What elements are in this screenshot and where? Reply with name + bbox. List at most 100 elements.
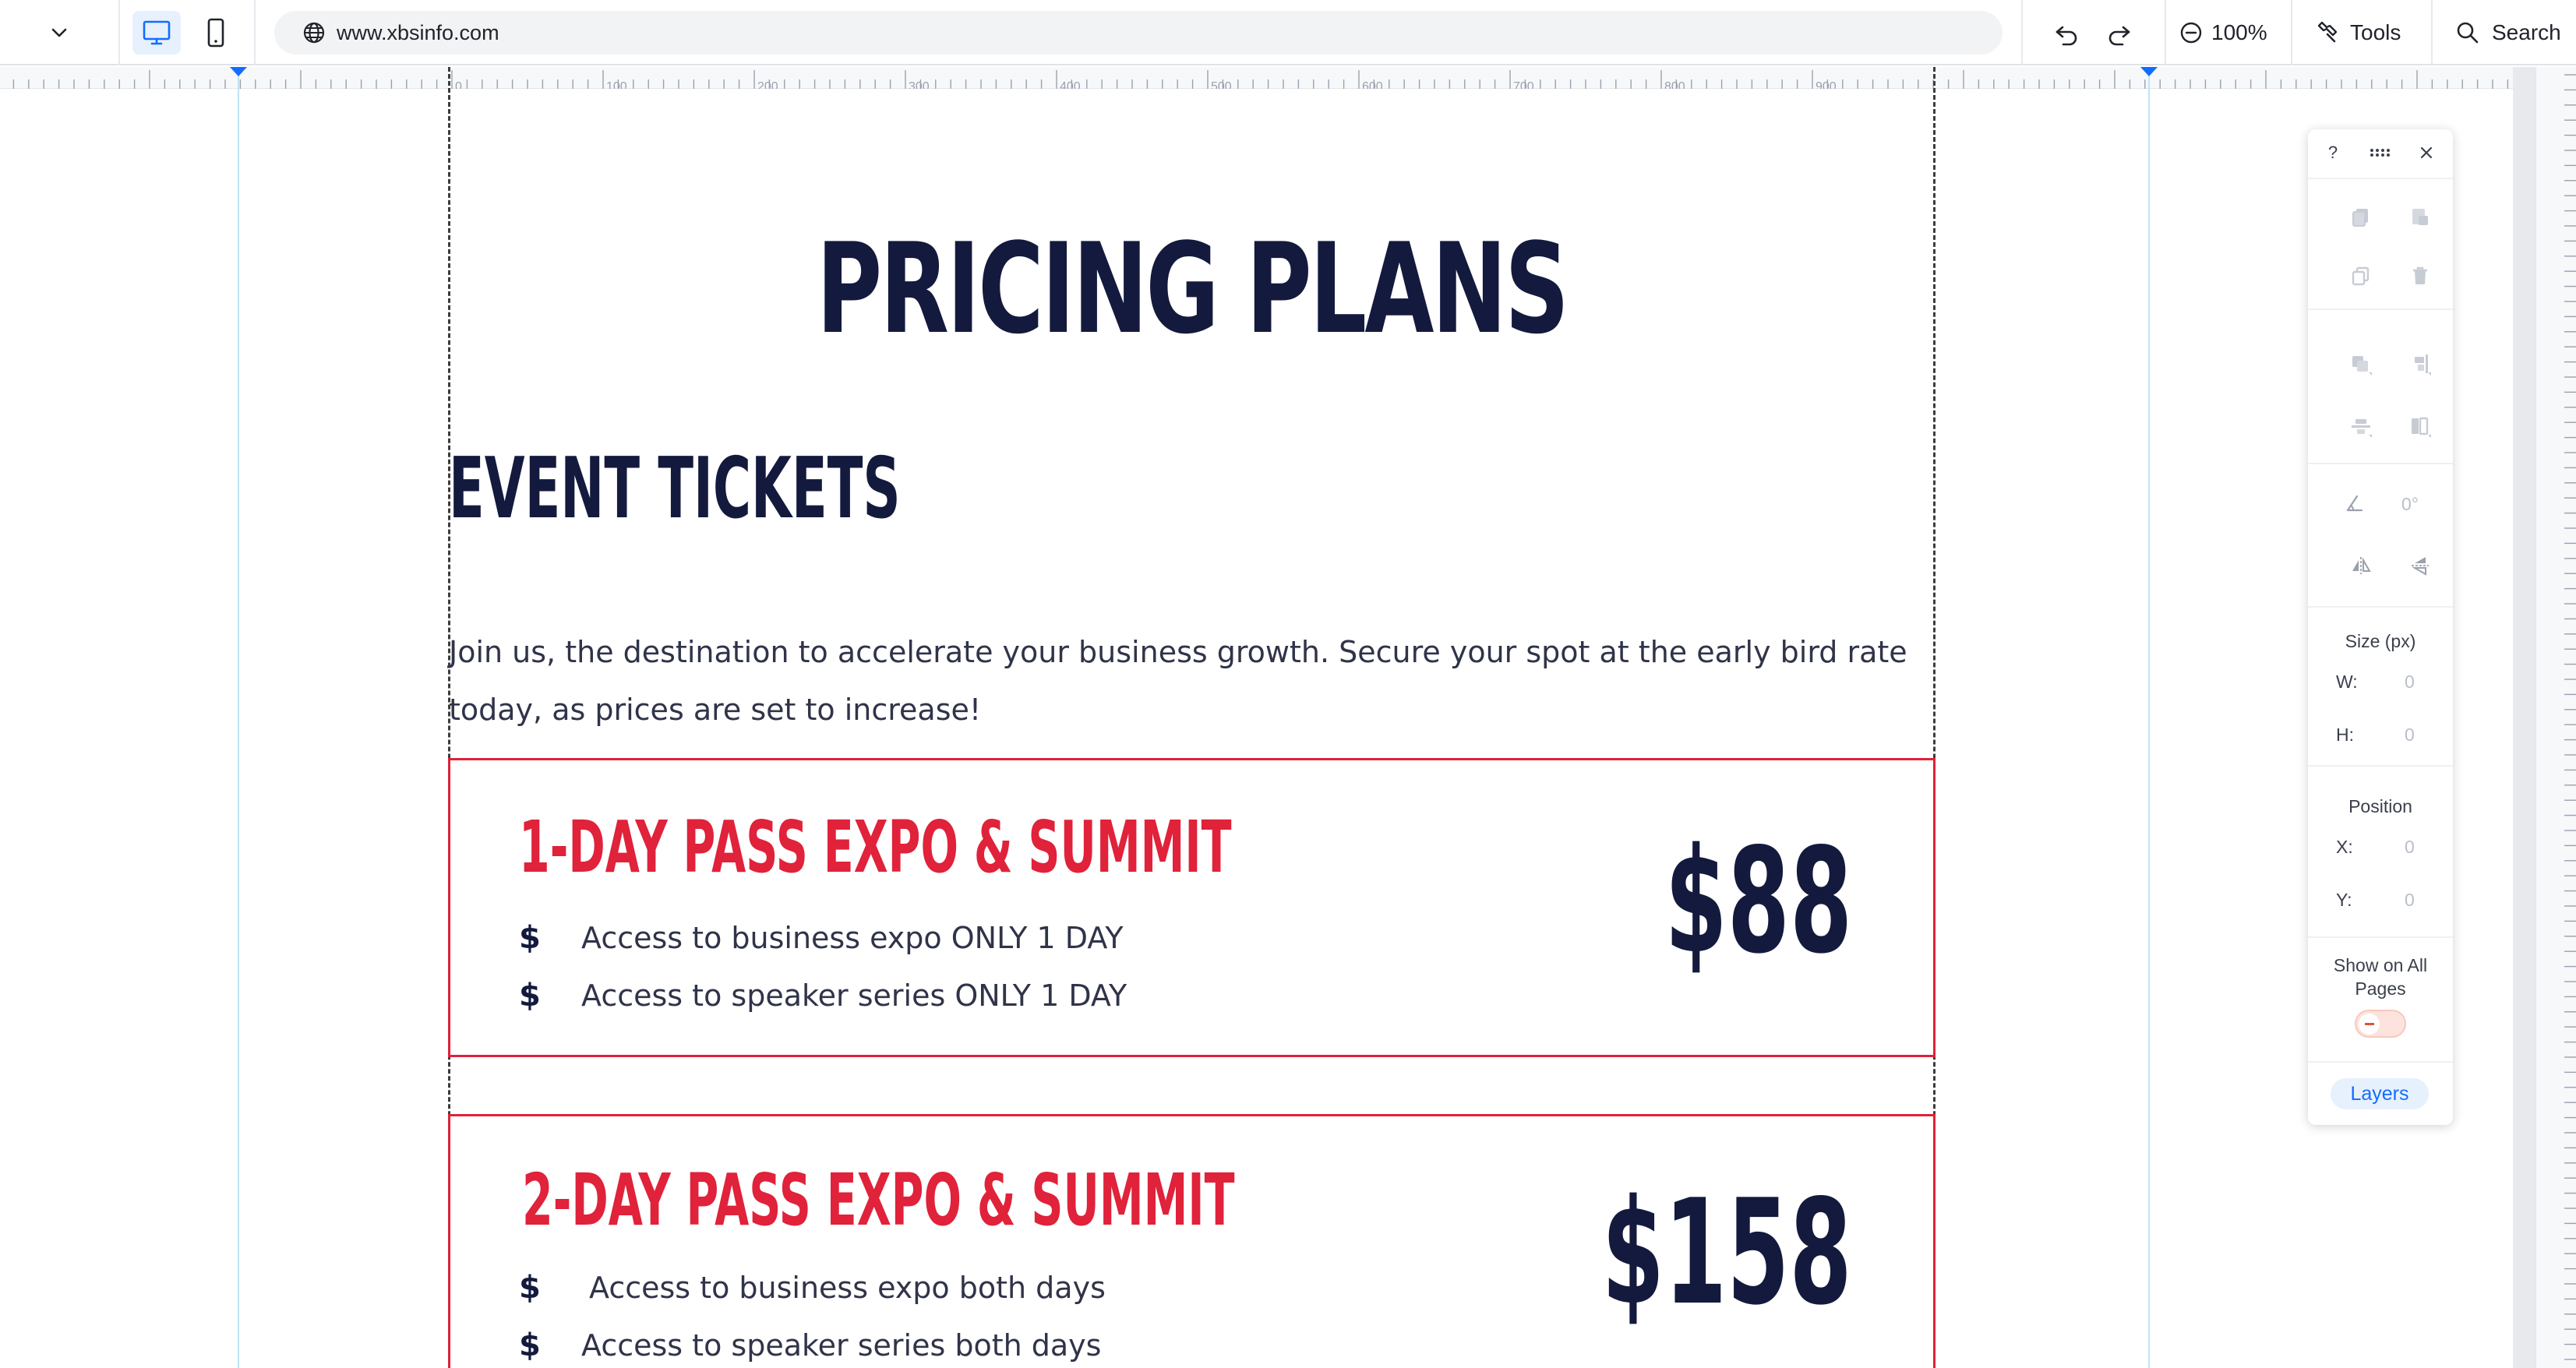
undo-button[interactable] <box>2049 17 2084 51</box>
layers-button[interactable]: Layers <box>2331 1078 2429 1109</box>
y-label: Y: <box>2336 890 2352 910</box>
panel-drag-handle[interactable] <box>2365 137 2396 168</box>
right-gridline[interactable] <box>2148 67 2150 1368</box>
height-label: H: <box>2336 725 2354 745</box>
show-on-all-pages-line-1: Show on All <box>2333 955 2428 975</box>
rotation-value[interactable]: 0° <box>2401 494 2419 515</box>
feature-list-item: $ Access to speaker series ONLY 1 DAY <box>519 972 1127 1019</box>
trash-icon <box>2413 266 2427 284</box>
copy-button[interactable] <box>2345 201 2377 232</box>
align-button[interactable] <box>2405 349 2436 380</box>
dollar-icon: $ <box>519 1327 541 1363</box>
flip-horizontal-button[interactable] <box>2345 550 2377 581</box>
delete-button[interactable] <box>2405 260 2436 291</box>
mobile-icon <box>207 18 224 48</box>
chevron-down-icon <box>51 28 67 37</box>
pages-dropdown-button[interactable] <box>44 17 75 48</box>
editor-window: www.xbsinfo.com 100% Tools Search 0 100 20… <box>0 0 2576 1368</box>
feature-text: Access to speaker series ONLY 1 DAY <box>581 978 1127 1013</box>
dollar-icon: $ <box>519 978 541 1014</box>
feature-list-item: $ Access to business expo ONLY 1 DAY <box>519 915 1124 961</box>
globe-icon <box>303 22 325 44</box>
match-size-button[interactable] <box>2405 411 2436 442</box>
desktop-view-button[interactable] <box>132 11 181 55</box>
pricing-card-1day[interactable]: 1-DAY PASS EXPO & SUMMIT $88 $ Access to… <box>448 758 1936 1057</box>
dollar-icon: $ <box>519 1270 541 1306</box>
search-button[interactable]: Search <box>2454 16 2576 50</box>
section-heading[interactable]: EVENT TICKETS <box>449 447 901 531</box>
feature-text: Access to business expo ONLY 1 DAY <box>581 921 1124 955</box>
angle-icon <box>2346 495 2363 512</box>
height-input[interactable]: 0 <box>2405 725 2415 746</box>
feature-text: Access to speaker series both days <box>581 1328 1102 1363</box>
canvas-scrollbar[interactable] <box>2513 67 2535 1368</box>
left-gridline-handle[interactable] <box>230 67 247 78</box>
width-input[interactable]: 0 <box>2405 672 2415 693</box>
paste-button[interactable] <box>2405 201 2436 232</box>
page-section[interactable]: PRICING PLANS EVENT TICKETS Join us, the… <box>448 67 1936 1368</box>
dollar-icon: $ <box>519 920 541 956</box>
site-url-text: www.xbsinfo.com <box>337 20 499 44</box>
arrange-button[interactable] <box>2345 349 2377 380</box>
redo-button[interactable] <box>2102 17 2137 51</box>
redo-icon <box>2108 26 2130 46</box>
pricing-card-2day[interactable]: 2-DAY PASS EXPO & SUMMIT $158 $ Access t… <box>448 1114 1936 1368</box>
tools-button[interactable]: Tools <box>2314 16 2411 50</box>
pricing-card-title: 1-DAY PASS EXPO & SUMMIT <box>519 806 1232 889</box>
intro-line-1: Join us, the destination to accelerate y… <box>449 635 1907 669</box>
flip-vertical-button[interactable] <box>2405 550 2436 581</box>
left-gridline[interactable] <box>238 67 239 1368</box>
desktop-icon <box>143 20 171 45</box>
intro-line-2: today, as prices are set to increase! <box>449 693 982 727</box>
show-on-all-pages-toggle[interactable] <box>2355 1010 2406 1038</box>
tools-label: Tools <box>2350 20 2401 44</box>
pricing-card-title: 2-DAY PASS EXPO & SUMMIT <box>522 1158 1235 1242</box>
y-input[interactable]: 0 <box>2405 890 2415 911</box>
distribute-icon <box>2352 419 2372 438</box>
feature-list-item: $ Access to speaker series both days <box>519 1322 1101 1368</box>
search-label: Search <box>2492 20 2561 44</box>
help-button[interactable]: ? <box>2317 137 2348 168</box>
x-label: X: <box>2336 837 2353 857</box>
zoom-button[interactable]: 100% <box>2179 16 2280 50</box>
align-right-icon <box>2415 354 2431 375</box>
right-gridline-handle[interactable] <box>2140 67 2158 78</box>
zoom-level: 100% <box>2211 20 2267 44</box>
pricing-card-price: $158 <box>1602 1168 1852 1337</box>
x-input[interactable]: 0 <box>2405 837 2415 858</box>
arrange-icon <box>2352 356 2372 375</box>
feature-text: Access to business expo both days <box>589 1271 1106 1305</box>
close-panel-button[interactable] <box>2411 137 2442 168</box>
drag-handle-icon <box>2370 149 2390 157</box>
intro-paragraph[interactable]: Join us, the destination to accelerate y… <box>449 623 1929 739</box>
feature-list-item: $ Access to business expo both days <box>519 1264 1106 1311</box>
mobile-view-button[interactable] <box>192 11 240 55</box>
tools-icon <box>2317 21 2338 43</box>
inspector-panel: ? 0° Size (px) W: 0 H: 0 Position X: 0 Y… <box>2308 129 2453 1125</box>
paste-icon <box>2412 209 2428 225</box>
vertical-ruler-ticks <box>2564 74 2576 1360</box>
vertical-ruler <box>2535 67 2576 1368</box>
size-label: Size (px) <box>2345 631 2416 651</box>
distribute-button[interactable] <box>2345 411 2377 442</box>
duplicate-button[interactable] <box>2345 260 2377 291</box>
show-on-all-pages-label: Show on All Pages <box>2308 954 2453 1000</box>
search-icon <box>2457 22 2479 44</box>
zoom-out-icon <box>2180 22 2202 44</box>
flip-vertical-icon <box>2412 557 2429 576</box>
rotate-button[interactable] <box>2339 488 2370 519</box>
top-toolbar: www.xbsinfo.com 100% Tools Search <box>0 0 2576 65</box>
toggle-knob <box>2359 1014 2380 1035</box>
page-title[interactable]: PRICING PLANS <box>658 227 1725 351</box>
pricing-card-price: $88 <box>1664 816 1852 985</box>
undo-icon <box>2056 26 2077 46</box>
width-label: W: <box>2336 672 2358 692</box>
copy-icon <box>2352 209 2368 227</box>
close-icon <box>2420 146 2433 159</box>
flip-horizontal-icon <box>2352 557 2371 574</box>
position-label: Position <box>2348 796 2412 816</box>
duplicate-icon <box>2352 266 2370 286</box>
site-url-bar[interactable]: www.xbsinfo.com <box>274 11 2003 55</box>
show-on-all-pages-line-2: Pages <box>2355 978 2406 999</box>
help-icon: ? <box>2327 143 2338 162</box>
